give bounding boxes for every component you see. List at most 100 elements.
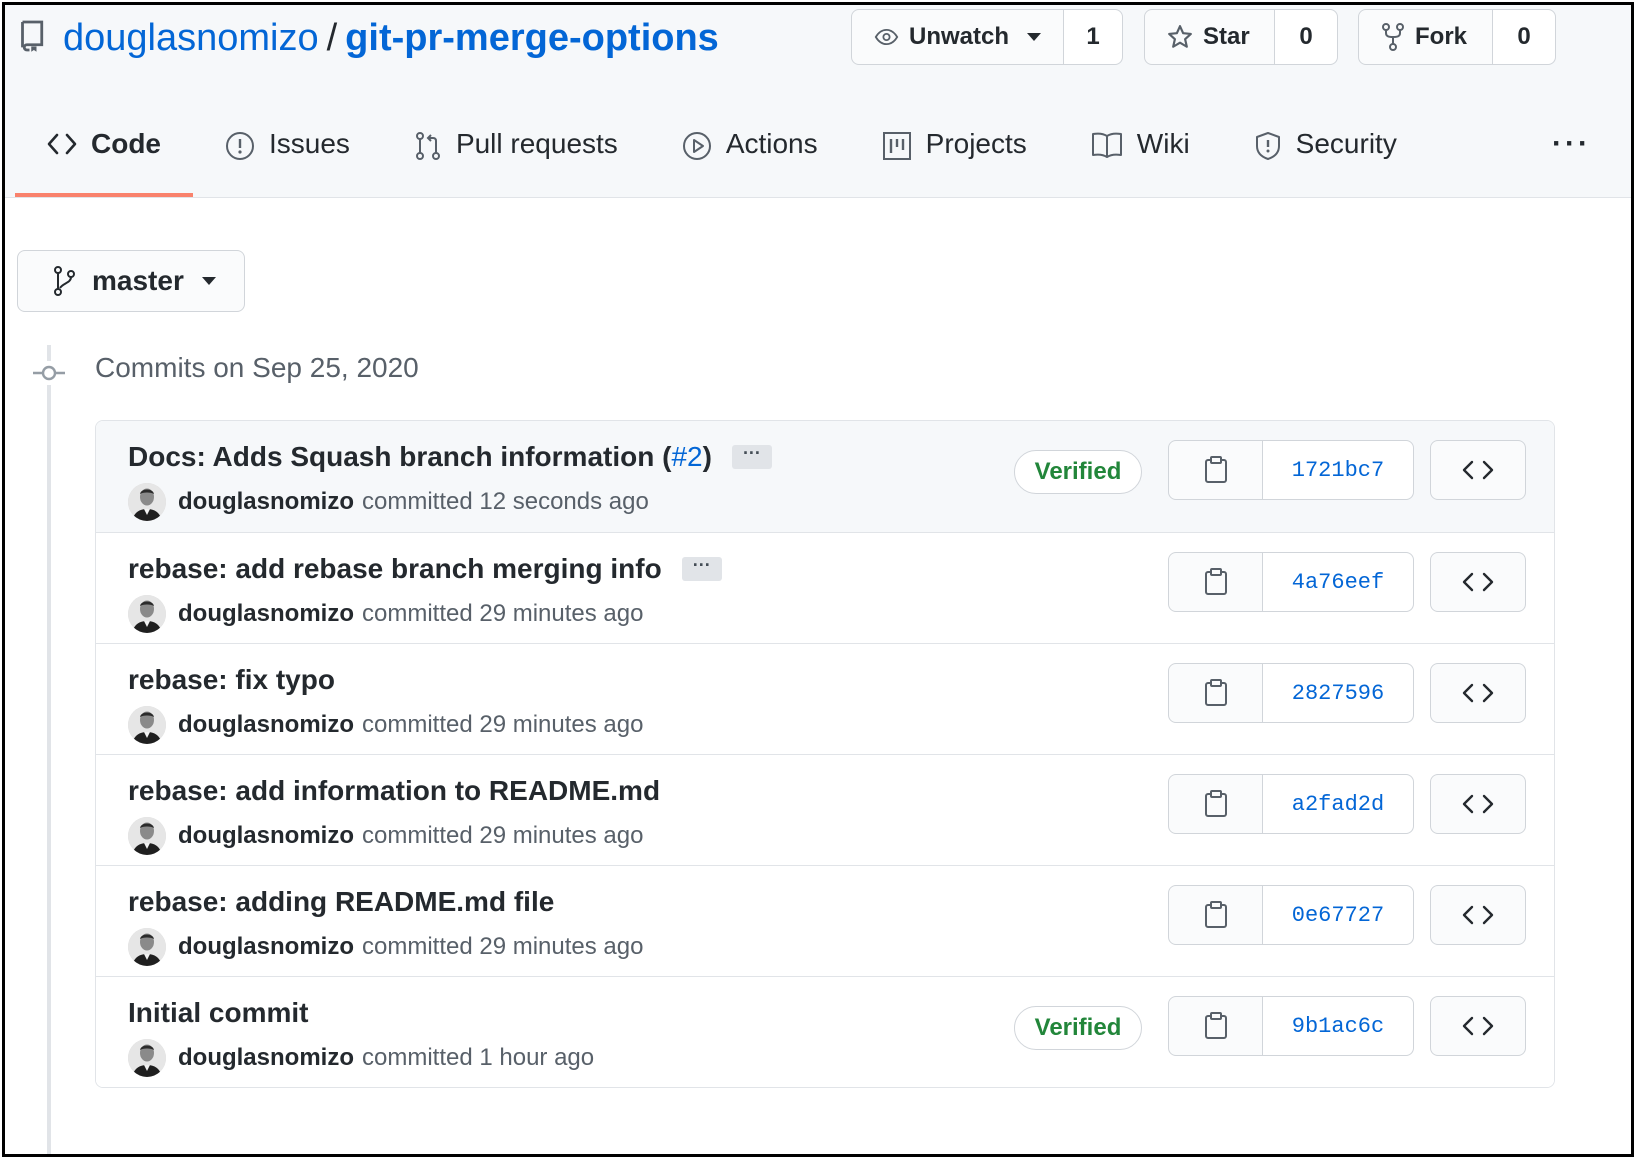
tab-wiki[interactable]: Wiki — [1059, 115, 1222, 197]
tab-pull-requests-label: Pull requests — [455, 128, 618, 159]
avatar[interactable] — [128, 706, 166, 744]
commit-message[interactable]: rebase: adding README.md file — [128, 886, 554, 918]
commit-author[interactable]: douglasnomizo — [178, 488, 354, 516]
unwatch-label: Unwatch — [908, 23, 1009, 50]
tab-actions[interactable]: Actions — [650, 115, 850, 197]
commit-message[interactable]: rebase: fix typo — [128, 664, 335, 696]
browse-repo-button[interactable] — [1430, 552, 1526, 612]
star-count[interactable]: 0 — [1275, 10, 1337, 64]
tab-code[interactable]: Code — [15, 115, 193, 197]
commit-sha-link[interactable]: 4a76eef — [1263, 553, 1413, 611]
commit-meta: douglasnomizo committed 1 hour ago — [128, 1039, 594, 1077]
commit-message-text[interactable]: rebase: add rebase branch merging info — [128, 553, 662, 585]
verified-badge[interactable]: Verified — [1014, 1006, 1142, 1050]
commit-message[interactable]: Initial commit — [128, 997, 308, 1029]
commit-row: rebase: add rebase branch merging info ·… — [96, 532, 1554, 643]
verified-badge[interactable]: Verified — [1014, 450, 1142, 494]
commit-author[interactable]: douglasnomizo — [178, 1044, 354, 1072]
browse-repo-button[interactable] — [1430, 663, 1526, 723]
code-icon — [1462, 683, 1494, 703]
avatar-image — [128, 817, 166, 855]
commit-message-text[interactable]: rebase: adding README.md file — [128, 886, 554, 918]
sha-button-group: 0e67727 — [1168, 885, 1414, 945]
browse-repo-button[interactable] — [1430, 996, 1526, 1056]
commit-sha-link[interactable]: 0e67727 — [1263, 886, 1413, 944]
repo-owner-link[interactable]: douglasnomizo — [63, 17, 319, 59]
unwatch-button[interactable]: Unwatch — [852, 10, 1064, 64]
commit-row: rebase: adding README.md file douglasnom… — [96, 865, 1554, 976]
commit-time: committed 29 minutes ago — [362, 600, 644, 627]
avatar[interactable] — [128, 595, 166, 633]
commit-author[interactable]: douglasnomizo — [178, 600, 354, 628]
avatar[interactable] — [128, 1039, 166, 1077]
browse-repo-button[interactable] — [1430, 885, 1526, 945]
repo-title: douglasnomizo / git-pr-merge-options — [63, 13, 719, 63]
commit-author[interactable]: douglasnomizo — [178, 933, 354, 961]
code-icon — [1462, 1016, 1494, 1036]
repo-header: douglasnomizo / git-pr-merge-options Unwat… — [5, 5, 1631, 198]
commit-author[interactable]: douglasnomizo — [178, 822, 354, 850]
commit-sha-link[interactable]: a2fad2d — [1263, 775, 1413, 833]
pull-request-link[interactable]: #2 — [671, 441, 702, 473]
commit-message[interactable]: rebase: add information to README.md — [128, 775, 660, 807]
chevron-down-icon — [1027, 33, 1041, 41]
tab-projects[interactable]: Projects — [850, 115, 1059, 197]
more-tabs-button[interactable]: ··· — [1552, 127, 1591, 161]
commit-message-text[interactable]: rebase: fix typo — [128, 664, 335, 696]
browse-repo-button[interactable] — [1430, 774, 1526, 834]
commit-sha-link[interactable]: 9b1ac6c — [1263, 997, 1413, 1055]
copy-sha-button[interactable] — [1169, 997, 1263, 1055]
fork-button[interactable]: Fork — [1359, 10, 1493, 64]
commit-message-text[interactable]: Docs: Adds Squash branch information ( — [128, 441, 671, 473]
branch-icon — [54, 266, 75, 296]
copy-sha-button[interactable] — [1169, 441, 1263, 499]
commit-message-text[interactable]: rebase: add information to README.md — [128, 775, 660, 807]
copy-sha-button[interactable] — [1169, 886, 1263, 944]
tab-code-label: Code — [91, 128, 161, 159]
browse-repo-button[interactable] — [1430, 440, 1526, 500]
repo-icon — [21, 20, 44, 52]
commit-message-text[interactable]: Initial commit — [128, 997, 308, 1029]
branch-selector[interactable]: master — [17, 250, 245, 312]
project-icon — [882, 132, 911, 160]
tab-wiki-label: Wiki — [1136, 128, 1190, 159]
clipboard-icon — [1204, 1012, 1227, 1039]
watch-count[interactable]: 1 — [1064, 10, 1122, 64]
copy-sha-button[interactable] — [1169, 664, 1263, 722]
commit-message[interactable]: rebase: add rebase branch merging info ·… — [128, 553, 722, 585]
commit-row: Initial commit douglasnomizo committed 1… — [96, 976, 1554, 1087]
watch-button-group: Unwatch 1 — [851, 9, 1123, 65]
tab-pull-requests[interactable]: Pull requests — [382, 115, 650, 197]
commit-sha-link[interactable]: 1721bc7 — [1263, 441, 1413, 499]
repo-name-link[interactable]: git-pr-merge-options — [345, 17, 719, 59]
expand-message-button[interactable]: ··· — [731, 444, 772, 469]
eye-icon — [874, 28, 899, 46]
book-icon — [1091, 132, 1122, 158]
tab-security[interactable]: Security — [1222, 115, 1429, 197]
repo-nav-tabs: Code Issues Pull requests Actions Projec… — [15, 115, 1429, 197]
clipboard-icon — [1204, 456, 1227, 483]
commit-meta: douglasnomizo committed 29 minutes ago — [128, 706, 643, 744]
commit-row: Docs: Adds Squash branch information (#2… — [96, 421, 1554, 532]
commit-time: committed 29 minutes ago — [362, 933, 644, 960]
commit-author[interactable]: douglasnomizo — [178, 711, 354, 739]
tab-issues[interactable]: Issues — [193, 115, 382, 197]
sha-button-group: 2827596 — [1168, 663, 1414, 723]
code-icon — [47, 133, 77, 155]
fork-button-group: Fork 0 — [1358, 9, 1556, 65]
star-button[interactable]: Star — [1145, 10, 1275, 64]
commit-row: rebase: add information to README.md dou… — [96, 754, 1554, 865]
expand-message-button[interactable]: ··· — [681, 556, 722, 581]
branch-label: master — [92, 265, 184, 296]
commit-row: rebase: fix typo douglasnomizo committed… — [96, 643, 1554, 754]
commit-sha-link[interactable]: 2827596 — [1263, 664, 1413, 722]
avatar-image — [128, 928, 166, 966]
shield-icon — [1255, 132, 1280, 160]
copy-sha-button[interactable] — [1169, 775, 1263, 833]
avatar[interactable] — [128, 483, 166, 521]
avatar[interactable] — [128, 817, 166, 855]
copy-sha-button[interactable] — [1169, 553, 1263, 611]
avatar[interactable] — [128, 928, 166, 966]
fork-count[interactable]: 0 — [1493, 10, 1555, 64]
commit-message[interactable]: Docs: Adds Squash branch information (#2… — [128, 441, 772, 473]
